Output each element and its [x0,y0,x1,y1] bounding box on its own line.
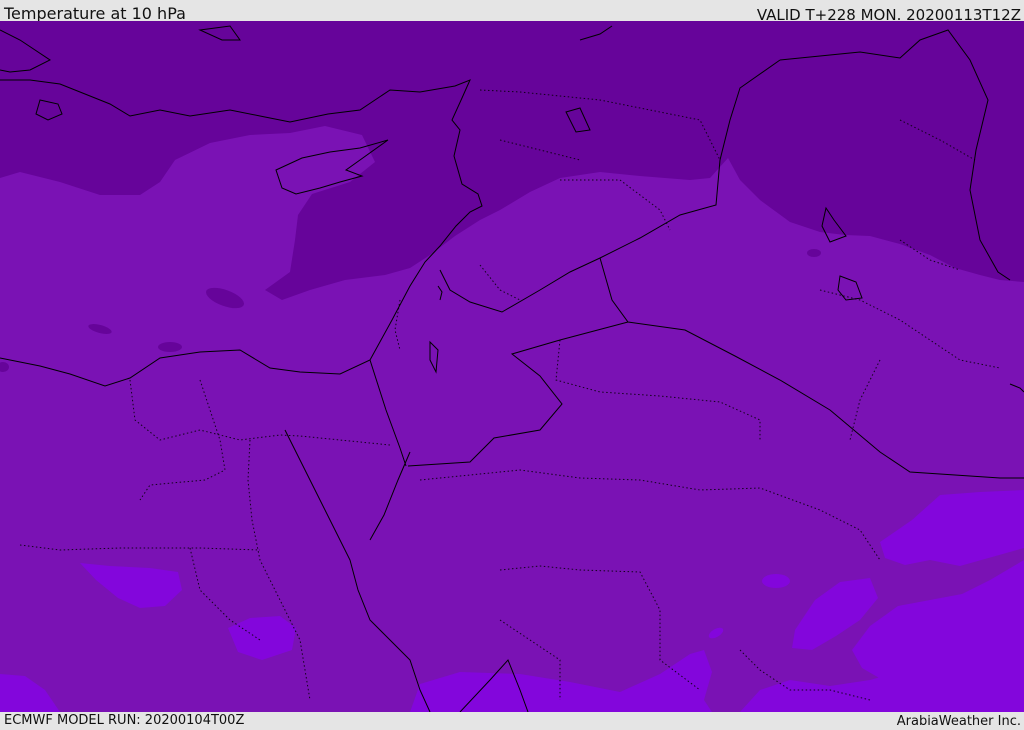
temperature-map[interactable] [0,21,1024,712]
credit: ArabiaWeather Inc. [896,714,1021,729]
cold-blob [807,249,821,257]
cold-blob [158,342,182,352]
header-bar: Temperature at 10 hPa VALID T+228 MON. 2… [0,0,1024,24]
footer-bar: ECMWF MODEL RUN: 20200104T00Z ArabiaWeat… [0,712,1024,729]
map-canvas [0,21,1024,712]
warm-blob [762,574,790,588]
model-run: ECMWF MODEL RUN: 20200104T00Z [4,713,245,728]
